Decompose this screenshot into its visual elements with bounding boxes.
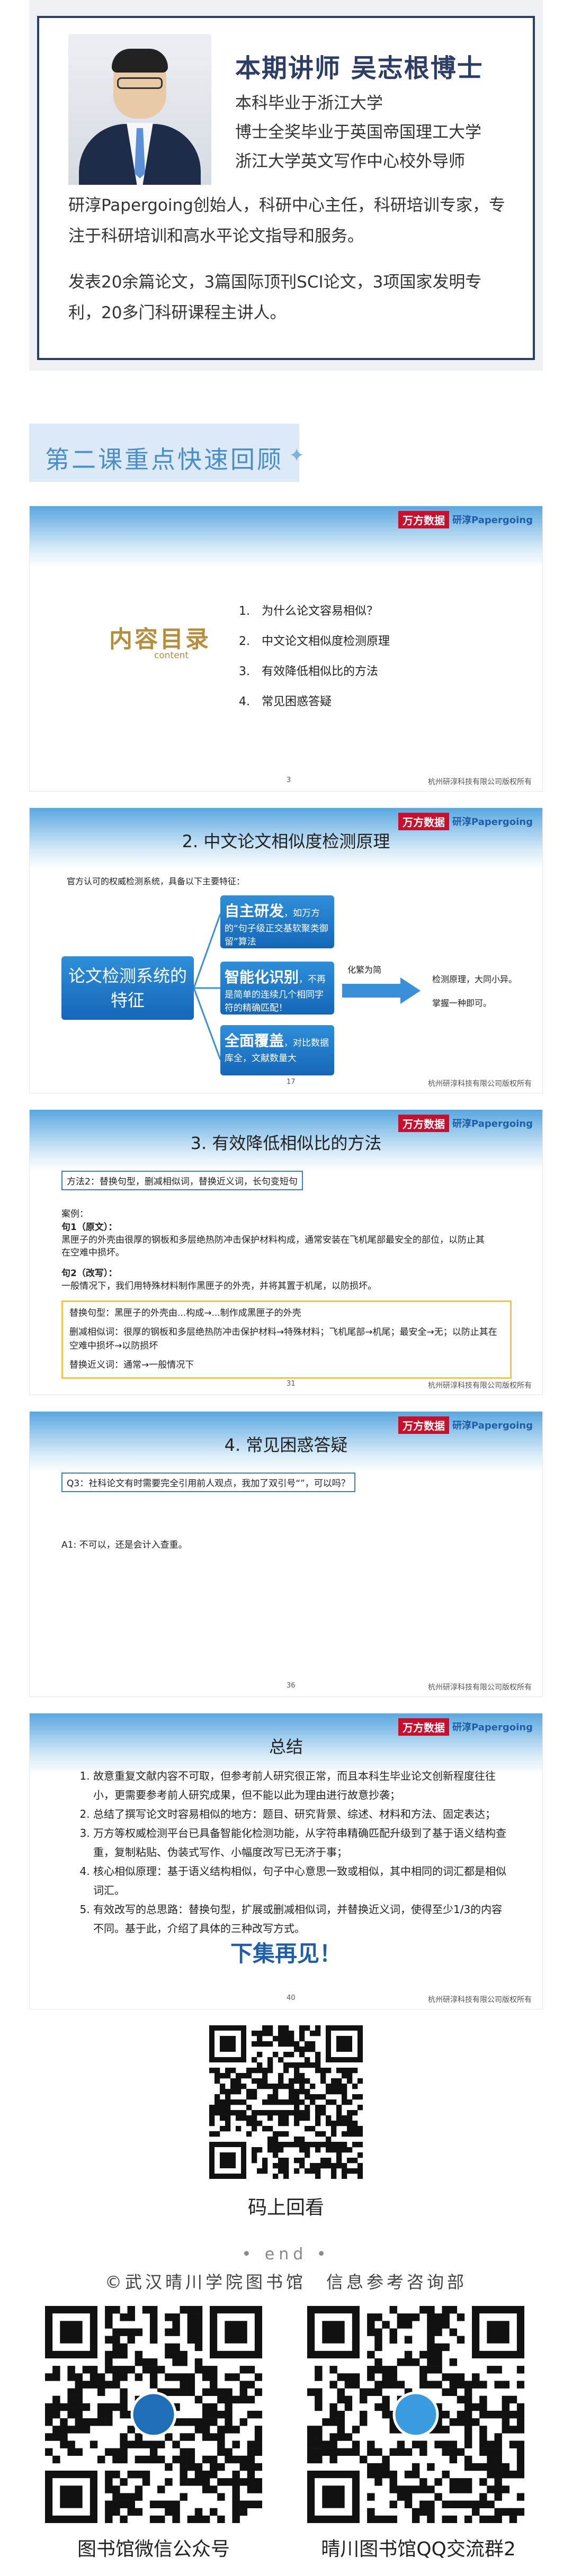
slide-page-number: 31 (287, 1380, 296, 1388)
method-box: 方法2：替换句型，删减相似词，替换近义词，长句变短句 (61, 1171, 303, 1190)
wanfang-logo: 万方数据 (398, 1416, 450, 1434)
rewrite-explanation-box: 替换句型：黑匣子的外壳由...构成→...制作成黑匣子的外壳 删减相似词：很厚的… (61, 1300, 512, 1379)
toc-item: 1. 为什么论文容易相似？ (239, 605, 378, 618)
explanation-line: 替换近义词：通常→一般情况下 (69, 1360, 194, 1370)
brand-logos: 万方数据 研淳Papergoing (398, 812, 533, 830)
feature-box: 自主研发，如万方的“句子级正交基软聚类御留”算法 (220, 895, 334, 948)
wanfang-logo: 万方数据 (398, 510, 450, 528)
summary-item: 故意重复文献内容不可取，但参考前人研究很正常，而且本科生毕业论文创新程度往往小，… (93, 1766, 506, 1805)
slide-footer: 杭州研淳科技有限公司版权所有 (428, 1683, 532, 1692)
summary-item: 有效改写的总思路：替换句型，扩展或删减相似词，并替换近义词，使得至少1/3的内容… (93, 1900, 506, 1938)
slide-principle: 万方数据 研淳Papergoing 2. 中文论文相似度检测原理 官方认可的权威… (29, 807, 543, 1093)
qq-group-qr-code[interactable] (307, 2306, 525, 2524)
answer-text: A1: 不可以，还是会计入查重。 (61, 1540, 187, 1550)
summary-list: 故意重复文献内容不可取，但参考前人研究很正常，而且本科生毕业论文创新程度往往小，… (77, 1766, 506, 1938)
question-box: Q3：社科论文有时需要完全引用前人观点，我加了双引号“”，可以吗？ (61, 1473, 355, 1492)
explanation-line: 替换句型：黑匣子的外壳由...构成→...制作成黑匣子的外壳 (69, 1308, 301, 1318)
feature-head: 智能化识别 (225, 968, 299, 986)
explanation-line: 删减相似词：很厚的钢板和多层绝热防冲击保护材料→特殊材料；飞机尾部→机尾；最安全… (69, 1327, 497, 1351)
feature-head: 全面覆盖 (225, 1032, 284, 1049)
brand-logos: 万方数据 研淳Papergoing (398, 1114, 533, 1132)
wechat-qr-label: 图书馆微信公众号 (77, 2538, 230, 2560)
toc-item: 4. 常见困惑答疑 (239, 695, 332, 708)
original-label: 句1（原文）： (61, 1222, 118, 1233)
papergoing-logo: 研淳Papergoing (452, 816, 533, 828)
slide-title: 总结 (269, 1737, 303, 1757)
replay-qr-label: 码上回看 (247, 2197, 324, 2219)
toc-item: 2. 中文论文相似度检测原理 (239, 635, 390, 648)
slide-footer: 杭州研淳科技有限公司版权所有 (428, 778, 532, 786)
brand-logos: 万方数据 研淳Papergoing (398, 510, 533, 528)
slide-page-number: 40 (287, 1994, 296, 2002)
slide-title: 4. 常见困惑答疑 (224, 1435, 348, 1455)
original-text: 黑匣子的外壳由很厚的钢板和多层绝热防冲击保护材料构成，通常安装在飞机尾部最安全的… (61, 1235, 485, 1258)
result-line: 检测原理，大同小异。 (432, 974, 517, 984)
papergoing-logo: 研淳Papergoing (452, 1420, 533, 1431)
papergoing-logo: 研淳Papergoing (452, 1722, 533, 1733)
summary-item: 核心相似原理：基于语义结构相似，句子中心意思一致或相似，其中相同的词汇都是相似词… (93, 1862, 506, 1900)
instructor-bio: 研淳Papergoing创始人，科研中心主任，科研培训专家，专注于科研培训和高水… (68, 196, 505, 246)
sparkle-icon: ✦ (289, 445, 305, 466)
see-you-text: 下集再见！ (230, 1941, 342, 1967)
slide-faq: 万方数据 研淳Papergoing 4. 常见困惑答疑 Q3：社科论文有时需要完… (29, 1411, 543, 1697)
feature-head: 自主研发 (225, 902, 284, 920)
instructor-line: 浙江大学英文写作中心校外导师 (235, 152, 465, 171)
instructor-achievements: 发表20余篇论文，3篇国际顶刊SCI论文，3项国家发明专利，20多门科研课程主讲… (68, 273, 482, 322)
qq-group-qr-label: 晴川图书馆QQ交流群2 (321, 2538, 516, 2560)
brand-logos: 万方数据 研淳Papergoing (398, 1718, 533, 1736)
detection-system-box: 论文检测系统的特征 (61, 956, 194, 1020)
slide-page-number: 36 (287, 1682, 296, 1690)
brand-logos: 万方数据 研淳Papergoing (398, 1416, 533, 1434)
slide-title: 2. 中文论文相似度检测原理 (182, 831, 390, 851)
wechat-qr-code[interactable] (45, 2306, 263, 2524)
replay-qr-code[interactable] (209, 2025, 363, 2179)
connector-lines (194, 913, 221, 1060)
rewrite-text: 一般情况下，我们用特殊材料制作黑匣子的外壳，并将其置于机尾，以防损坏。 (61, 1281, 377, 1291)
toc-subtitle: content (154, 650, 189, 661)
papergoing-logo: 研淳Papergoing (452, 515, 533, 526)
result-line: 掌握一种即可。 (432, 998, 492, 1008)
slide-footer: 杭州研淳科技有限公司版权所有 (428, 1381, 532, 1390)
slide-page-number: 17 (287, 1078, 296, 1086)
right-arrow-icon (342, 977, 421, 1004)
slide-page-number: 3 (287, 776, 291, 784)
wanfang-logo: 万方数据 (398, 1718, 450, 1736)
slide-toc: 万方数据 研淳Papergoing 内容目录 content 1. 为什么论文容… (29, 506, 543, 792)
papergoing-logo: 研淳Papergoing (452, 1118, 533, 1129)
feature-box: 智能化识别，不再是简单的连续几个相同字符的精确匹配！ (220, 962, 334, 1015)
slide-footer: 杭州研淳科技有限公司版权所有 (428, 1080, 532, 1088)
instructor-line: 博士全奖毕业于英国帝国理工大学 (235, 123, 481, 142)
feature-box: 全面覆盖，对比数据库全，文献数量大 (220, 1025, 334, 1075)
summary-item: 总结了撰写论文时容易相似的地方：题目、研究背景、综述、材料和方法、固定表达； (93, 1805, 506, 1824)
rewrite-label: 句2（改写）： (61, 1268, 118, 1279)
slide-intro: 官方认可的权威检测系统，具备以下主要特征： (67, 876, 245, 886)
section-heading: 第二课重点快速回顾 (45, 445, 283, 474)
wanfang-logo: 万方数据 (398, 1114, 450, 1132)
summary-item: 万方等权威检测平台已具备智能化检测功能，从字符串精确匹配升级到了基于语义结构查重… (93, 1824, 506, 1862)
end-marker: • end • (242, 2245, 330, 2264)
toc-item: 3. 有效降低相似比的方法 (239, 665, 378, 678)
case-label: 案例： (61, 1209, 88, 1219)
instructor-photo (68, 34, 211, 185)
wanfang-logo: 万方数据 (398, 812, 450, 830)
slide-summary: 万方数据 研淳Papergoing 总结 故意重复文献内容不可取，但参考前人研究… (29, 1713, 543, 2009)
slide-footer: 杭州研淳科技有限公司版权所有 (428, 1996, 532, 2004)
arrow-label: 化繁为简 (347, 965, 382, 975)
slide-title: 3. 有效降低相似比的方法 (190, 1133, 382, 1153)
toc-title: 内容目录 (109, 626, 211, 653)
instructor-line: 本科毕业于浙江大学 (235, 94, 383, 113)
library-credit: ©武汉晴川学院图书馆 信息参考咨询部 (104, 2272, 467, 2292)
instructor-panel: 本期讲师 吴志根博士 本科毕业于浙江大学 博士全奖毕业于英国帝国理工大学 浙江大… (37, 16, 535, 360)
slide-methods: 万方数据 研淳Papergoing 3. 有效降低相似比的方法 方法2：替换句型… (29, 1109, 543, 1395)
instructor-title: 本期讲师 吴志根博士 (235, 53, 484, 83)
